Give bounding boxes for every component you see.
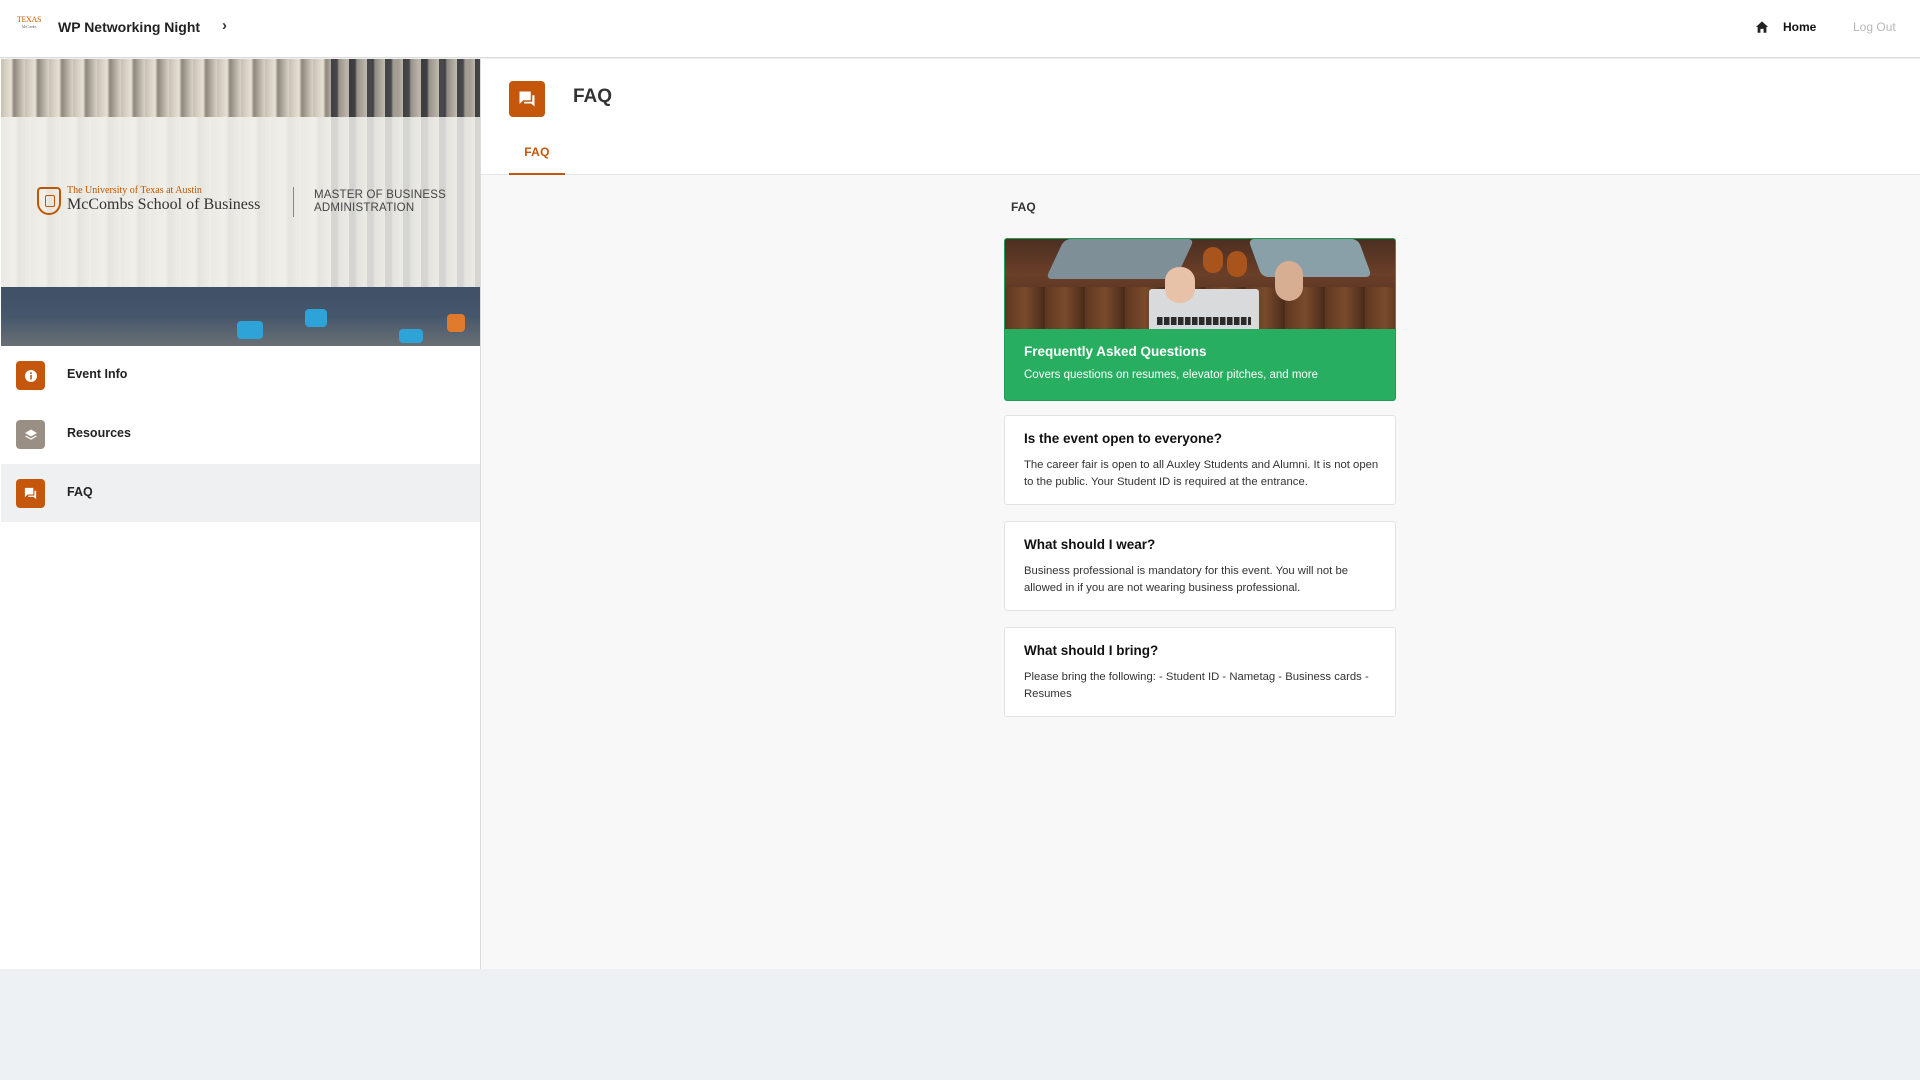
main-content: FAQ FAQ FAQ Frequently Asked Questions C… — [481, 59, 1920, 969]
photo-arm — [1248, 239, 1372, 277]
faq-answer: The career fair is open to all Auxley St… — [1024, 459, 1379, 488]
university-name: The University of Texas at Austin — [67, 185, 202, 196]
faq-question: What should I wear? — [1024, 537, 1156, 552]
event-title[interactable]: WP Networking Night — [58, 19, 200, 35]
home-link[interactable]: Home — [1783, 20, 1816, 34]
faq-item[interactable]: What should I bring? Please bring the fo… — [1004, 627, 1396, 717]
info-icon — [16, 361, 45, 390]
featured-title: Frequently Asked Questions — [1024, 344, 1207, 359]
texas-logo[interactable]: TEXAS McCombs — [16, 16, 42, 38]
featured-faq-card[interactable]: Frequently Asked Questions Covers questi… — [1004, 238, 1396, 401]
photo-shoe — [1227, 251, 1247, 277]
banner-seat — [305, 309, 327, 327]
sidebar-item-faq[interactable]: FAQ — [1, 464, 480, 522]
banner-seat — [237, 321, 263, 339]
sidebar: The University of Texas at Austin McComb… — [0, 59, 481, 969]
chat-icon — [509, 81, 545, 117]
banner-seat — [447, 314, 465, 332]
chat-icon — [16, 479, 45, 508]
sidebar-item-resources[interactable]: Resources — [1, 405, 480, 463]
tab-faq[interactable]: FAQ — [509, 145, 565, 175]
faq-answer: Business professional is mandatory for t… — [1024, 565, 1349, 594]
logo-text: TEXAS — [16, 15, 42, 24]
ut-seal-icon — [37, 187, 61, 215]
school-banner: The University of Texas at Austin McComb… — [1, 59, 480, 346]
faq-item[interactable]: Is the event open to everyone? The caree… — [1004, 415, 1396, 505]
top-bar: TEXAS McCombs WP Networking Night › Home… — [0, 0, 1920, 58]
faq-item[interactable]: What should I wear? Business professiona… — [1004, 521, 1396, 611]
logout-link[interactable]: Log Out — [1853, 20, 1896, 34]
page-title: FAQ — [573, 86, 613, 107]
chevron-right-icon[interactable]: › — [222, 17, 227, 34]
section-label: FAQ — [1011, 200, 1036, 214]
banner-seat — [399, 329, 423, 343]
featured-subtitle: Covers questions on resumes, elevator pi… — [1024, 369, 1319, 381]
page-header: FAQ FAQ — [481, 59, 1920, 175]
sidebar-item-label: Resources — [67, 426, 131, 440]
logo-sub-text: McCombs — [21, 24, 37, 29]
sidebar-item-label: Event Info — [67, 367, 128, 381]
program-name: MASTER OF BUSINESS ADMINISTRATION — [314, 189, 447, 214]
school-name: McCombs School of Business — [67, 196, 261, 213]
featured-image — [1005, 239, 1395, 329]
faq-question: What should I bring? — [1024, 643, 1159, 658]
photo-shoe — [1203, 247, 1223, 273]
photo-hand — [1165, 267, 1195, 303]
brand-divider — [293, 187, 294, 217]
faq-question: Is the event open to everyone? — [1024, 431, 1223, 446]
page-footer — [0, 969, 1920, 1080]
home-icon[interactable] — [1755, 20, 1769, 34]
sidebar-item-event-info[interactable]: Event Info — [1, 346, 480, 404]
faq-answer: Please bring the following: - Student ID… — [1024, 671, 1369, 700]
sidebar-item-label: FAQ — [67, 485, 93, 499]
layers-icon — [16, 420, 45, 449]
photo-hand — [1275, 261, 1303, 301]
